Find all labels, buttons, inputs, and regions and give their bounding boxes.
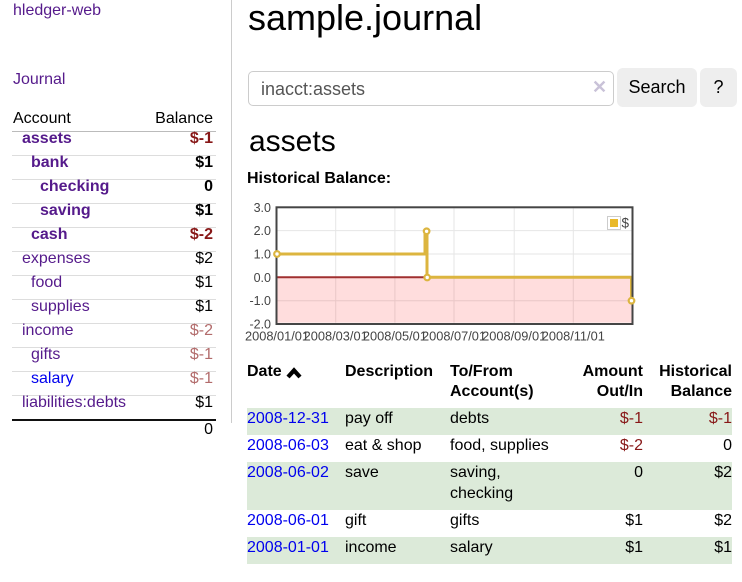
svg-text:0.0: 0.0 xyxy=(254,271,271,285)
svg-text:2008/11/01: 2008/11/01 xyxy=(542,329,605,344)
svg-text:2008/09/01: 2008/09/01 xyxy=(482,329,546,344)
svg-text:2.0: 2.0 xyxy=(254,224,271,238)
svg-text:2008/01/01: 2008/01/01 xyxy=(245,329,309,344)
svg-text:2008/05/01: 2008/05/01 xyxy=(363,329,427,344)
svg-text:1.0: 1.0 xyxy=(254,248,271,262)
svg-text:-1.0: -1.0 xyxy=(249,294,271,308)
svg-text:3.0: 3.0 xyxy=(254,201,271,215)
svg-text:$: $ xyxy=(622,216,630,231)
svg-text:2008/07/01: 2008/07/01 xyxy=(422,329,486,344)
svg-text:2008/03/01: 2008/03/01 xyxy=(304,329,368,344)
